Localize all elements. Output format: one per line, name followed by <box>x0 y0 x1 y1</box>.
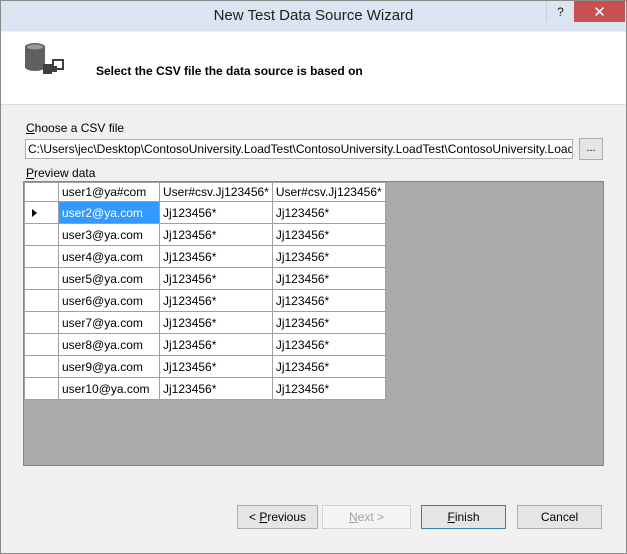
row-header[interactable] <box>24 311 59 334</box>
finish-accesskey: F <box>447 510 455 524</box>
table-cell[interactable]: Jj123456* <box>271 377 386 400</box>
browse-button[interactable]: ... <box>579 138 603 160</box>
table-cell[interactable]: Jj123456* <box>271 267 386 290</box>
help-button[interactable]: ? <box>546 1 574 22</box>
table-row: user6@ya.com Jj123456* Jj123456* <box>24 289 386 312</box>
table-cell[interactable]: user9@ya.com <box>58 355 160 378</box>
table-cell[interactable]: Jj123456* <box>159 267 273 290</box>
current-row-arrow-icon <box>32 209 37 218</box>
title-bar: New Test Data Source Wizard ? ✕ <box>1 1 626 31</box>
wizard-window: New Test Data Source Wizard ? ✕ Select t… <box>0 0 627 554</box>
table-row: user8@ya.com Jj123456* Jj123456* <box>24 333 386 356</box>
table-row: user7@ya.com Jj123456* Jj123456* <box>24 311 386 334</box>
choose-csv-label: Choose a CSV file <box>26 121 124 135</box>
table-cell-selected[interactable]: user2@ya.com <box>58 201 160 224</box>
previous-label: revious <box>267 510 307 524</box>
table-cell[interactable]: Jj123456* <box>159 289 273 312</box>
preview-grid[interactable]: user1@ya#com User#csv.Jj123456* User#csv… <box>23 181 604 466</box>
preview-data-label: Preview data <box>26 166 95 180</box>
cancel-button[interactable]: Cancel <box>517 505 602 529</box>
table-cell[interactable]: Jj123456* <box>159 311 273 334</box>
table-cell[interactable]: user10@ya.com <box>58 377 160 400</box>
table-cell[interactable]: user6@ya.com <box>58 289 160 312</box>
window-title: New Test Data Source Wizard <box>213 7 414 24</box>
row-header[interactable] <box>24 223 59 246</box>
database-csv-icon <box>25 43 64 74</box>
row-header[interactable] <box>24 245 59 268</box>
preview-accesskey: P <box>26 166 35 180</box>
instruction-text: Select the CSV file the data source is b… <box>96 64 363 78</box>
wizard-header: Select the CSV file the data source is b… <box>1 32 626 105</box>
next-accesskey: N <box>348 510 358 524</box>
finish-label: inish <box>454 510 480 524</box>
table-cell[interactable]: Jj123456* <box>271 223 386 246</box>
table-cell[interactable]: Jj123456* <box>271 289 386 312</box>
table-cell[interactable]: Jj123456* <box>159 245 273 268</box>
table-cell[interactable]: Jj123456* <box>159 223 273 246</box>
table-cell[interactable]: user4@ya.com <box>58 245 160 268</box>
row-header-current[interactable] <box>24 201 59 224</box>
previous-button[interactable]: < Previous <box>237 505 318 529</box>
table-row: user9@ya.com Jj123456* Jj123456* <box>24 355 386 378</box>
table-cell[interactable]: Jj123456* <box>159 377 273 400</box>
corner-header <box>24 182 59 202</box>
close-button[interactable]: ✕ <box>574 1 625 22</box>
finish-button[interactable]: Finish <box>421 505 506 529</box>
table-cell[interactable]: user3@ya.com <box>58 223 160 246</box>
next-button[interactable]: Next > <box>322 505 411 529</box>
header-row: user1@ya#com User#csv.Jj123456* User#csv… <box>24 182 386 202</box>
choose-csv-accesskey: C <box>26 121 35 135</box>
table-cell[interactable]: Jj123456* <box>271 311 386 334</box>
row-header[interactable] <box>24 377 59 400</box>
table-row: user10@ya.com Jj123456* Jj123456* <box>24 377 386 400</box>
table-cell[interactable]: Jj123456* <box>159 201 273 224</box>
table-cell[interactable]: Jj123456* <box>159 333 273 356</box>
preview-table: user1@ya#com User#csv.Jj123456* User#csv… <box>24 182 386 400</box>
table-cell[interactable]: user8@ya.com <box>58 333 160 356</box>
table-row: user2@ya.com Jj123456* Jj123456* <box>24 201 386 224</box>
row-header[interactable] <box>24 289 59 312</box>
previous-prefix: < <box>248 510 260 524</box>
row-header[interactable] <box>24 267 59 290</box>
table-row: user3@ya.com Jj123456* Jj123456* <box>24 223 386 246</box>
table-cell[interactable]: user5@ya.com <box>58 267 160 290</box>
row-header[interactable] <box>24 333 59 356</box>
csv-path-field[interactable]: C:\Users\jec\Desktop\ContosoUniversity.L… <box>25 139 573 159</box>
table-cell[interactable]: Jj123456* <box>271 355 386 378</box>
table-row: user5@ya.com Jj123456* Jj123456* <box>24 267 386 290</box>
preview-label-text: review data <box>34 166 96 180</box>
table-cell[interactable]: Jj123456* <box>159 355 273 378</box>
table-cell[interactable]: user7@ya.com <box>58 311 160 334</box>
column-header[interactable]: User#csv.Jj123456* <box>271 182 386 202</box>
next-label: ext > <box>357 510 385 524</box>
table-cell[interactable]: Jj123456* <box>271 333 386 356</box>
table-row: user4@ya.com Jj123456* Jj123456* <box>24 245 386 268</box>
choose-csv-label-text: hoose a CSV file <box>34 121 125 135</box>
column-header[interactable]: user1@ya#com <box>58 182 160 202</box>
column-header[interactable]: User#csv.Jj123456* <box>159 182 273 202</box>
table-cell[interactable]: Jj123456* <box>271 245 386 268</box>
row-header[interactable] <box>24 355 59 378</box>
table-cell[interactable]: Jj123456* <box>271 201 386 224</box>
